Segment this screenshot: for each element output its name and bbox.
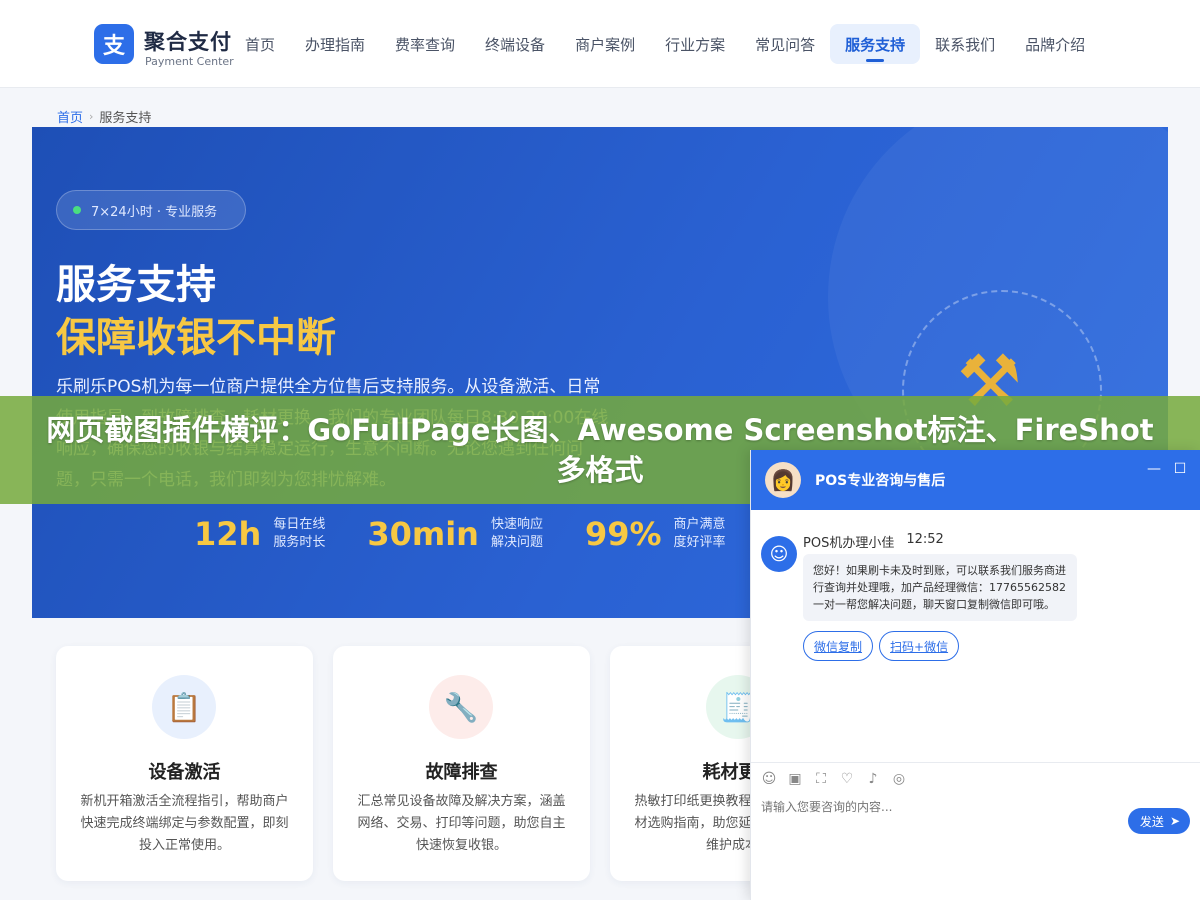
service-card-troubleshoot[interactable]: 🔧 故障排查 汇总常见设备故障及解决方案，涵盖网络、交易、打印等问题，助您自主快…: [333, 646, 590, 881]
image-icon[interactable]: ▣: [787, 771, 803, 787]
rating-icon[interactable]: ♡: [839, 771, 855, 787]
screenshot-icon[interactable]: ⛶: [813, 771, 829, 787]
hero-title: 服务支持: [56, 262, 216, 308]
nav-item-guide[interactable]: 办理指南: [290, 24, 380, 64]
chat-toolbar: ☺ ▣ ⛶ ♡ ♪ ◎: [751, 762, 1200, 794]
hero-badge-text: 7×24小时 · 专业服务: [91, 204, 218, 220]
card-description: 新机开箱激活全流程指引，帮助商户快速完成终端绑定与参数配置，即刻投入正常使用。: [80, 794, 289, 853]
card-description: 汇总常见设备故障及解决方案，涵盖网络、交易、打印等问题，助您自主快速恢复收银。: [357, 794, 566, 853]
stat-value: 30min: [367, 515, 479, 553]
nav-item-support[interactable]: 服务支持: [830, 24, 921, 64]
nav-item-faq[interactable]: 常见问答: [740, 24, 830, 64]
agent-avatar-icon: 👩: [765, 462, 801, 498]
service-card-activation[interactable]: 📋 设备激活 新机开箱激活全流程指引，帮助商户快速完成终端绑定与参数配置，即刻投…: [56, 646, 313, 881]
stat-label: 快速响应解决问题: [490, 517, 543, 550]
copy-wechat-button[interactable]: 微信复制: [803, 631, 874, 661]
agent-name: POS机办理小佳: [803, 536, 895, 551]
stat-value: 12h: [194, 515, 262, 553]
chat-widget: 👩 POS专业咨询与售后 — ☐ ☺ POS机办理小佳 12:52 您好！如果刷…: [750, 450, 1200, 900]
message-bubble: 您好！如果刷卡未及时到账，可以联系我们服务商进行查询并处理哦，加产品经理微信：1…: [803, 554, 1077, 621]
stat-label: 每日在线服务时长: [273, 517, 326, 550]
breadcrumb-home[interactable]: 首页: [57, 107, 83, 126]
logo-mark[interactable]: 支: [94, 24, 134, 64]
message-actions: 微信复制 扫码+微信: [803, 631, 960, 661]
clipboard-icon: 📋: [152, 675, 216, 739]
scan-wechat-button[interactable]: 扫码+微信: [879, 631, 960, 661]
send-arrow-icon: ➤: [1169, 814, 1180, 828]
stat-satisfaction: 99% 商户满意度好评率: [585, 515, 734, 553]
voice-icon[interactable]: ♪: [865, 771, 881, 787]
nav-item-contact[interactable]: 联系我们: [920, 24, 1010, 64]
stat-response-time: 30min 快速响应解决问题: [367, 515, 551, 553]
message-time: 12:52: [906, 532, 944, 547]
stat-label: 商户满意度好评率: [673, 517, 726, 550]
status-dot-icon: [73, 206, 81, 214]
breadcrumb-current: 服务支持: [99, 111, 152, 126]
chat-header-title: POS专业咨询与售后: [815, 473, 946, 489]
breadcrumb-separator: ›: [89, 110, 94, 123]
nav-item-cases[interactable]: 商户案例: [560, 24, 650, 64]
logo-subtitle: Payment Center: [145, 55, 234, 68]
minimize-icon[interactable]: —: [1147, 461, 1161, 477]
message-meta: POS机办理小佳 12:52: [803, 532, 944, 551]
hero-badge: 7×24小时 · 专业服务: [56, 190, 246, 230]
emoji-icon[interactable]: ☺: [761, 771, 777, 787]
nav-item-rates[interactable]: 费率查询: [380, 24, 470, 64]
logo-title[interactable]: 聚合支付: [144, 26, 232, 56]
stat-value: 99%: [584, 515, 662, 553]
nav-item-home[interactable]: 首页: [230, 24, 290, 64]
nav-item-brand[interactable]: 品牌介绍: [1010, 24, 1100, 64]
nav-item-solutions[interactable]: 行业方案: [650, 24, 740, 64]
nav-item-devices[interactable]: 终端设备: [470, 24, 560, 64]
chat-header[interactable]: 👩 POS专业咨询与售后 — ☐: [751, 450, 1200, 510]
hero-stats: 12h 每日在线服务时长 30min 快速响应解决问题 99% 商户满意度好评率: [194, 515, 734, 553]
wrench-icon: 🔧: [429, 675, 493, 739]
agent-message-avatar-icon: ☺: [761, 536, 797, 572]
breadcrumb: 首页 › 服务支持: [57, 107, 151, 126]
main-nav: 首页 办理指南 费率查询 终端设备 商户案例 行业方案 常见问答 服务支持 联系…: [230, 24, 1100, 64]
maximize-icon[interactable]: ☐: [1173, 461, 1187, 477]
stat-online-hours: 12h 每日在线服务时长: [194, 515, 333, 553]
chat-message-input[interactable]: [761, 800, 1121, 814]
hero-subtitle: 保障收银不中断: [56, 315, 336, 361]
send-button[interactable]: 发送 ➤: [1127, 808, 1190, 834]
chat-window-controls: — ☐: [1147, 461, 1187, 477]
card-title: 设备激活: [148, 762, 221, 783]
wechat-icon[interactable]: ◎: [891, 771, 907, 787]
card-title: 故障排查: [425, 762, 498, 783]
site-header: 支 聚合支付 Payment Center 首页 办理指南 费率查询 终端设备 …: [0, 0, 1200, 88]
send-label: 发送: [1139, 814, 1164, 829]
